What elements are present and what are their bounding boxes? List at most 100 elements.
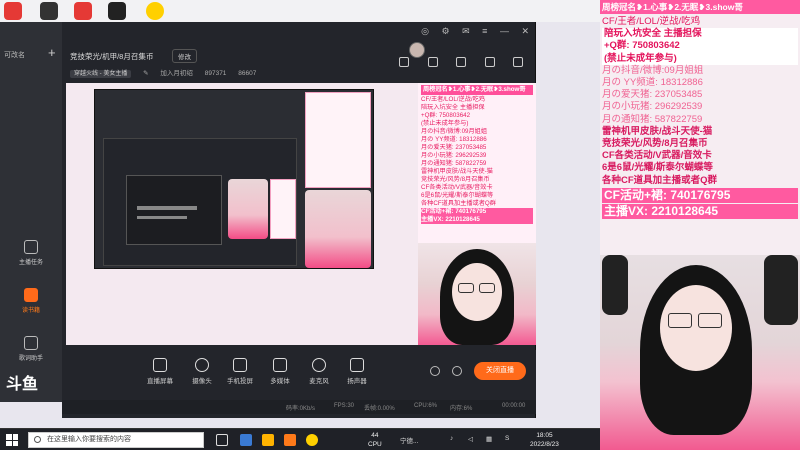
app-icon[interactable]	[40, 2, 58, 20]
panel-line: CF/王者/LOL/逆战/吃鸡	[421, 96, 485, 103]
panel-line: 月の YY频道: 18312886	[421, 136, 487, 143]
lyrics-icon	[24, 336, 38, 350]
bottom-toolbar: 直播屏幕 摄像头 手机投屏 多媒体 麦克风 扬声器 关闭直播	[62, 350, 536, 400]
glasses	[698, 313, 722, 328]
cpu-monitor: 44 CPU	[368, 431, 382, 449]
category-edit-icon[interactable]: ✎	[143, 70, 148, 77]
sidebar-item-task[interactable]: 主播任务	[4, 240, 58, 266]
panel-line: 月の小玩猪: 296292539	[421, 152, 487, 159]
sidebar-item-lyrics[interactable]: 歌词助手	[4, 336, 58, 362]
cpu-value: 44	[371, 432, 379, 439]
panel-line: 雷神机甲皮肤/战斗天使-猫	[421, 168, 493, 175]
category-badge[interactable]: 穿越火线 - 美女主播	[70, 70, 132, 78]
microphone	[602, 255, 628, 315]
sidebar-item-read[interactable]: 读书籍	[4, 288, 58, 314]
clock-date: 2022/8/23	[530, 441, 559, 448]
panel-line: 陪玩入坑安全 主播担保	[421, 104, 485, 111]
edge-icon[interactable]	[240, 434, 252, 446]
menu-icon[interactable]: ≡	[482, 26, 487, 36]
streamer-camera-main	[600, 255, 800, 450]
nested-capture	[94, 89, 374, 269]
sidebar-item-label: 歌词助手	[18, 356, 43, 362]
close-icon[interactable]: ✕	[521, 26, 529, 36]
streamer-thumbnail	[305, 190, 371, 268]
search-placeholder: 在这里输入你要搜索的内容	[47, 436, 131, 443]
overlay-line: 各种CF道具加主播或者Q群	[602, 174, 718, 186]
sidebar-item-label: 读书籍	[21, 308, 40, 314]
network-icon[interactable]: ▦	[486, 435, 492, 443]
taskbar-search-input[interactable]: 在这里输入你要搜索的内容	[28, 432, 204, 448]
panel-line: CF各类活动/V武器/音效卡	[421, 184, 493, 191]
overlay-line: 月の爱天猪: 237053485	[602, 89, 703, 101]
toolbar-label: 多媒体	[270, 378, 290, 385]
share-icon[interactable]	[456, 57, 467, 67]
overlay-line: 月の抖音/微博:09月姐姐	[602, 64, 704, 76]
speaker-icon	[350, 358, 364, 372]
mini-overlay	[270, 179, 296, 239]
media-icon	[273, 358, 287, 372]
mail-icon[interactable]: ✉	[462, 26, 470, 36]
preview-canvas[interactable]: 周榜冠名❥1.心事❥2.无眠❥3.show哥 CF/王者/LOL/逆战/吃鸡 陪…	[66, 83, 536, 345]
camera-icon	[195, 358, 209, 372]
app-icon[interactable]	[74, 2, 92, 20]
app-icon[interactable]	[108, 2, 126, 20]
overlay-header: 周榜冠名❥1.心事❥2.无眠❥3.show哥	[600, 0, 800, 14]
room-title: 竞技荣光/机甲/8月召集币	[70, 52, 154, 61]
edit-button[interactable]: 修改	[172, 49, 197, 63]
link-icon[interactable]	[513, 57, 523, 67]
desktop-top-bar	[0, 0, 600, 22]
toolbar-label: 直播屏幕	[147, 378, 173, 385]
add-icon[interactable]: +	[48, 45, 56, 60]
record-icon[interactable]	[430, 366, 440, 376]
panel-line: +Q群: 750803642	[421, 112, 471, 119]
bell-icon[interactable]	[484, 57, 495, 67]
viewers-count: 86607	[238, 70, 257, 77]
clock[interactable]: 18:05 2022/8/23	[530, 431, 559, 449]
nested-capture	[126, 175, 222, 245]
ime-indicator[interactable]: 宁德...	[400, 435, 418, 445]
nested-strip	[137, 216, 187, 219]
volume-icon[interactable]: ◁	[468, 435, 473, 443]
app-icon[interactable]	[146, 2, 164, 20]
subscribe-text: 加入月初绍	[160, 70, 193, 77]
mic-tray-icon[interactable]: ♪	[450, 435, 453, 442]
nested-capture	[103, 138, 297, 266]
start-icon[interactable]	[6, 434, 18, 446]
live-timer: 00:00:00	[502, 403, 526, 409]
uid-text: 897371	[204, 70, 227, 77]
panel-line: 6是6鼠/光耀/斯泰尔蝴蝶等	[421, 192, 494, 199]
panel-line: 月の抖音/微博:09月姐姐	[421, 128, 488, 135]
app-icon[interactable]	[306, 434, 318, 446]
overlay-line: CF/王者/LOL/逆战/吃鸡	[602, 16, 701, 27]
taskview-icon[interactable]	[216, 434, 228, 446]
overlay-body: CF/王者/LOL/逆战/吃鸡 陪玩入坑安全 主播担保 +Q群: 7508036…	[600, 14, 800, 219]
lock-icon[interactable]	[427, 57, 438, 67]
settings-icon[interactable]: ⚙	[442, 26, 450, 36]
windows-taskbar: 在这里输入你要搜索的内容 44 CPU 宁德... ♪ ◁ ▦ S 18:05 …	[0, 428, 600, 450]
memory-text: 内存:6%	[450, 406, 473, 412]
sidebar-item-label: 主播任务	[18, 260, 43, 266]
room-meta: 穿越火线 - 美女主播 ✎ 加入月初绍 897371 86607	[70, 67, 266, 78]
close-live-button[interactable]: 关闭直播	[474, 362, 526, 380]
overlay-line: 6是6鼠/光耀/斯泰尔蝴蝶等	[602, 162, 713, 174]
app-icon[interactable]	[4, 2, 22, 20]
overlay-line: 月の YY频道: 18312886	[602, 77, 703, 89]
douyu-logo: 斗鱼	[6, 376, 39, 393]
settings-icon[interactable]	[452, 366, 462, 376]
glasses	[458, 283, 474, 293]
explorer-icon[interactable]	[262, 434, 274, 446]
preview-info-panel: 周榜冠名❥1.心事❥2.无眠❥3.show哥 CF/王者/LOL/逆战/吃鸡 陪…	[418, 83, 536, 253]
minimize-icon[interactable]: —	[500, 26, 509, 36]
panel-line: 竞技荣光/风势/8月召集币	[421, 176, 490, 183]
microphone	[764, 255, 798, 325]
overlay-line: 月の通知猪: 587822759	[602, 113, 703, 125]
headset-icon[interactable]: ◎	[421, 26, 429, 36]
bitrate-text: 码率:0Kb/s	[286, 406, 316, 412]
gift-icon[interactable]	[399, 57, 410, 67]
mic-icon	[312, 358, 326, 372]
douyu-app-icon[interactable]	[284, 434, 296, 446]
app-tray-icon[interactable]: S	[505, 435, 509, 442]
speaker-button[interactable]: 扬声器	[332, 358, 382, 385]
panel-line: 月の通知猪: 587822759	[421, 160, 487, 167]
clock-time: 18:05	[536, 432, 553, 439]
